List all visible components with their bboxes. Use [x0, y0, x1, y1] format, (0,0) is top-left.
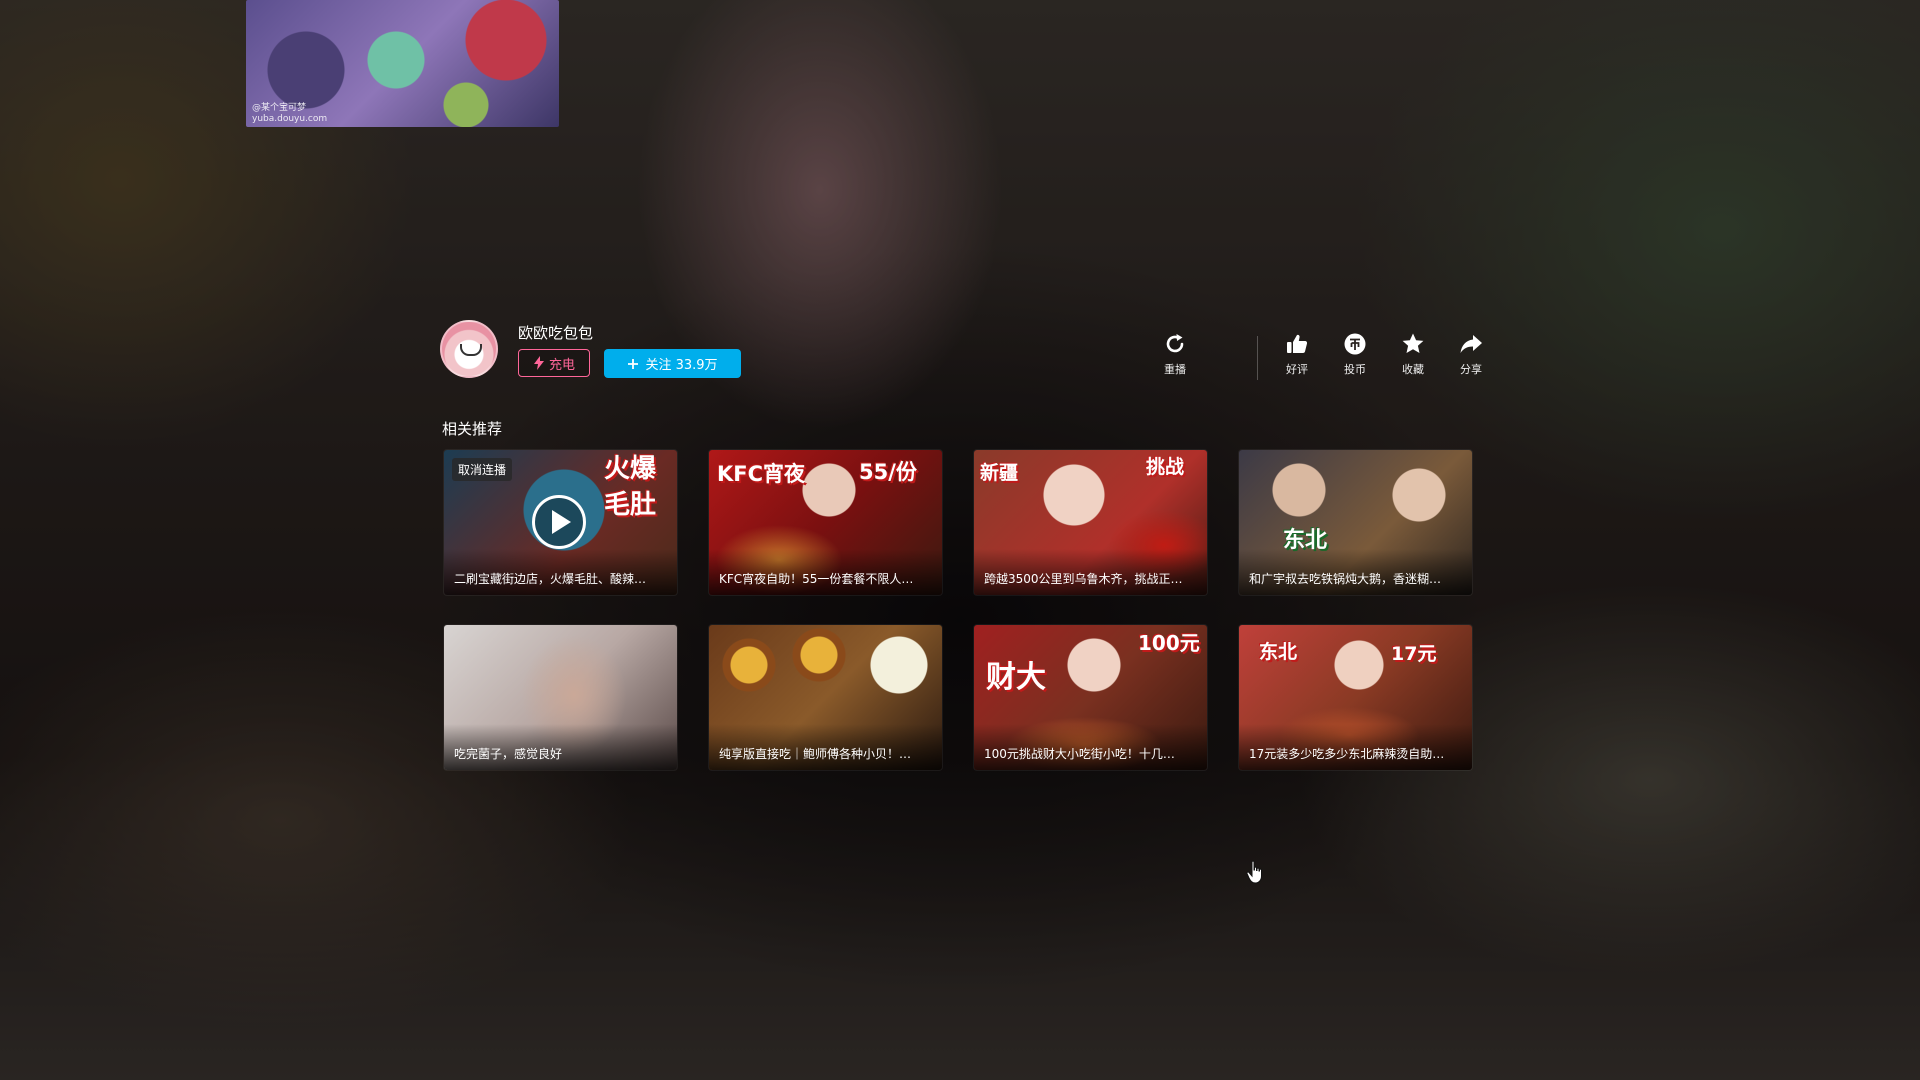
thumbnail-caption: 财大: [986, 660, 1046, 695]
thumbnail-caption: 挑战: [1146, 456, 1185, 478]
thumbnail-caption: 东北: [1259, 641, 1298, 663]
video-title: 17元装多少吃多少东北麻辣烫自助…: [1249, 747, 1445, 761]
action-divider: [1257, 336, 1258, 380]
video-title: 纯享版直接吃｜鲍师傅各种小贝！…: [719, 747, 912, 761]
video-player-end-screen: @某个宝可梦 yuba.douyu.com 欧欧吃包包 充电 关注 33.9万: [0, 0, 1920, 1080]
related-video-card[interactable]: 纯享版直接吃｜鲍师傅各种小贝！…: [709, 625, 942, 770]
related-video-card[interactable]: 财大 100元 100元挑战财大小吃街小吃！十几…: [974, 625, 1207, 770]
coin-icon: [1344, 333, 1366, 355]
video-title: 和广宇叔去吃铁锅炖大鹅，香迷糊…: [1249, 572, 1442, 586]
thumbnail-caption: 100元: [1138, 631, 1200, 655]
follow-button-label: 关注 33.9万: [645, 358, 718, 373]
hand-cursor-icon: [1246, 860, 1262, 884]
favorite-label: 收藏: [1402, 363, 1424, 376]
thumbnail-caption: 毛肚: [604, 490, 657, 520]
follow-button[interactable]: 关注 33.9万: [604, 349, 741, 378]
play-button[interactable]: [532, 495, 586, 549]
mini-player-credit-line2: yuba.douyu.com: [252, 114, 328, 124]
thumbnail-caption: KFC宵夜: [717, 462, 806, 486]
replay-button[interactable]: 重播: [1150, 332, 1200, 388]
mini-player-credit: @某个宝可梦 yuba.douyu.com: [252, 103, 327, 125]
coin-button[interactable]: 投币: [1330, 332, 1380, 388]
like-button[interactable]: 好评: [1272, 332, 1322, 388]
mini-player-thumbnail[interactable]: @某个宝可梦 yuba.douyu.com: [246, 0, 559, 127]
favorite-button[interactable]: 收藏: [1388, 332, 1438, 388]
related-section-title: 相关推荐: [442, 420, 503, 438]
uploader-row: 欧欧吃包包 充电 关注 33.9万 重播 好评 投币 收藏 分享: [440, 318, 1482, 382]
video-title: 二刷宝藏街边店，火爆毛肚、酸辣…: [454, 572, 647, 586]
star-icon: [1402, 333, 1424, 353]
video-title: 吃完菌子，感觉良好: [454, 747, 563, 761]
avatar-face: [460, 344, 482, 356]
related-video-card[interactable]: KFC宵夜 55/份 KFC宵夜自助！55一份套餐不限人…: [709, 450, 942, 595]
thumbs-up-icon: [1287, 334, 1308, 353]
video-title: 跨越3500公里到乌鲁木齐，挑战正…: [984, 572, 1183, 586]
cancel-autoplay-button[interactable]: 取消连播: [452, 458, 513, 481]
video-title: KFC宵夜自助！55一份套餐不限人…: [719, 572, 914, 586]
thumbnail-caption: 17元: [1391, 643, 1437, 665]
coin-label: 投币: [1344, 363, 1366, 376]
action-bar: 重播 好评 投币 收藏 分享: [1150, 332, 1482, 392]
related-video-card[interactable]: 东北 17元 17元装多少吃多少东北麻辣烫自助…: [1239, 625, 1472, 770]
share-button[interactable]: 分享: [1446, 332, 1496, 388]
play-icon: [552, 510, 571, 534]
video-title: 100元挑战财大小吃街小吃！十几…: [984, 747, 1175, 761]
thumbnail-caption: 火爆: [604, 454, 657, 484]
like-label: 好评: [1286, 363, 1308, 376]
mini-player-credit-line1: @某个宝可梦: [252, 103, 307, 113]
avatar[interactable]: [440, 320, 498, 378]
related-videos-grid: 火爆 毛肚 取消连播 二刷宝藏街边店，火爆毛肚、酸辣… KFC宵夜 55/份 K…: [444, 450, 1480, 770]
replay-label: 重播: [1164, 363, 1186, 376]
thumbnail-caption: 55/份: [859, 460, 917, 484]
share-label: 分享: [1460, 363, 1482, 376]
replay-icon: [1166, 334, 1184, 353]
uploader-name[interactable]: 欧欧吃包包: [518, 322, 593, 343]
charge-button[interactable]: 充电: [518, 349, 590, 377]
share-icon: [1460, 335, 1482, 353]
related-video-card[interactable]: 吃完菌子，感觉良好: [444, 625, 677, 770]
end-panel: 欧欧吃包包 充电 关注 33.9万 重播 好评 投币 收藏 分享 相关推荐 火爆…: [440, 318, 1482, 778]
related-video-card[interactable]: 火爆 毛肚 取消连播 二刷宝藏街边店，火爆毛肚、酸辣…: [444, 450, 677, 595]
plus-icon: [628, 358, 639, 369]
thumbnail-caption: 新疆: [980, 462, 1019, 484]
related-video-card[interactable]: 新疆 挑战 跨越3500公里到乌鲁木齐，挑战正…: [974, 450, 1207, 595]
related-video-card[interactable]: 东北 和广宇叔去吃铁锅炖大鹅，香迷糊…: [1239, 450, 1472, 595]
lightning-icon: [533, 356, 544, 370]
charge-button-label: 充电: [548, 357, 575, 373]
